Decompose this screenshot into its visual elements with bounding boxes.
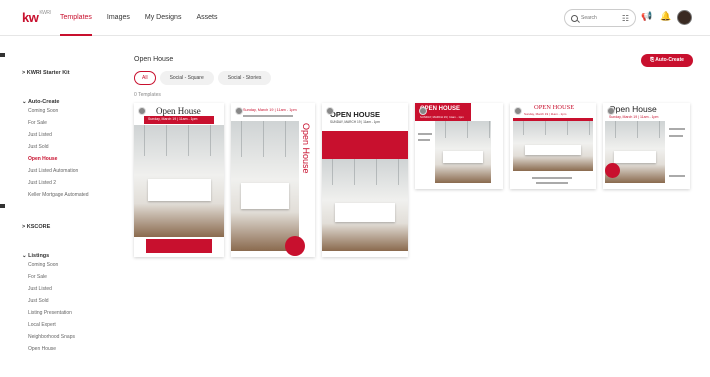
page-title: Open House	[134, 56, 174, 63]
top-nav-bar: kwKWRI Templates Images My Designs Asset…	[0, 0, 710, 36]
sidebar-item-neighborhood-snaps[interactable]: Neighborhood Snaps	[22, 331, 122, 343]
template-card[interactable]: Open House Sunday, March 19 | 11am - 1pm	[603, 103, 690, 189]
sidebar-item-keller-mortgage-automated[interactable]: Keller Mortgage Automated	[22, 189, 122, 201]
nav-assets[interactable]: Assets	[196, 0, 217, 36]
filter-chip-social-stories[interactable]: Social - Stories	[217, 71, 272, 85]
listing-photo	[231, 121, 299, 251]
edge-marker	[0, 204, 5, 208]
auto-create-button[interactable]: ⎘ Auto-Create	[641, 54, 693, 67]
sidebar-item-just-listed-2[interactable]: Just Listed 2	[22, 177, 122, 189]
template-headline: OPEN HOUSE	[330, 110, 381, 119]
filter-chips: All Social - Square Social - Stories	[134, 71, 275, 85]
template-subline: Sunday, March 19 | 11am - 1pm	[148, 117, 198, 121]
template-subline: SUNDAY, MARCH 19 | 11am - 1pm	[420, 115, 464, 119]
bell-icon[interactable]: 🔔	[660, 11, 671, 22]
template-subline: Sunday, March 19 | 11am - 1pm	[609, 115, 659, 119]
listing-photo	[513, 121, 593, 171]
select-checkbox[interactable]	[235, 107, 243, 115]
filter-chip-all[interactable]: All	[134, 71, 156, 85]
template-count: 0 Templates	[134, 92, 161, 98]
nav-templates[interactable]: Templates	[60, 0, 92, 36]
template-card[interactable]: OPEN HOUSE SUNDAY, MARCH 19 | 11am - 1pm	[415, 103, 503, 189]
listing-photo	[322, 159, 408, 251]
template-subline: Sunday, March 19 | 11am - 1pm	[243, 108, 297, 112]
template-headline: Open House	[156, 106, 201, 116]
main-nav: Templates Images My Designs Assets	[60, 0, 232, 36]
sidebar-item-for-sale[interactable]: For Sale	[22, 117, 122, 129]
listing-photo	[134, 125, 224, 237]
sidebar-item-coming-soon[interactable]: Coming Soon	[22, 105, 122, 117]
select-checkbox[interactable]	[419, 107, 427, 115]
nav-my-designs[interactable]: My Designs	[145, 0, 182, 36]
filter-chip-social-square[interactable]: Social - Square	[159, 71, 214, 85]
template-footer-bar	[146, 239, 212, 253]
sidebar-item-coming-soon[interactable]: Coming Soon	[22, 259, 122, 271]
search-icon	[571, 14, 578, 22]
sidebar-item-just-sold[interactable]: Just Sold	[22, 141, 122, 153]
sidebar-item-listing-presentation[interactable]: Listing Presentation	[22, 307, 122, 319]
fine-print	[669, 128, 685, 130]
sidebar-item-just-listed[interactable]: Just Listed	[22, 283, 122, 295]
fine-print	[669, 135, 683, 137]
sidebar-item-local-expert[interactable]: Local Expert	[22, 319, 122, 331]
template-headline: OPEN HOUSE	[534, 104, 575, 111]
fine-print	[536, 182, 568, 184]
filter-icon[interactable]: ☷	[622, 14, 629, 23]
fine-print	[418, 133, 432, 135]
template-card[interactable]: OPEN HOUSE Sunday, March 19 | 11am - 1pm	[510, 103, 596, 189]
select-checkbox[interactable]	[514, 107, 522, 115]
template-headline: Open House	[609, 104, 657, 114]
template-badge	[605, 163, 620, 178]
sidebar-item-open-house[interactable]: Open House	[22, 153, 122, 165]
fine-print	[243, 115, 293, 117]
avatar[interactable]	[677, 10, 692, 25]
template-headline: Open House	[301, 123, 311, 174]
template-subline: Sunday, March 19 | 11am - 1pm	[524, 112, 567, 116]
template-banner	[322, 131, 408, 159]
sidebar-item-just-listed-automation[interactable]: Just Listed Automation	[22, 165, 122, 177]
select-checkbox[interactable]	[607, 107, 615, 115]
fine-print	[532, 177, 572, 179]
select-checkbox[interactable]	[326, 107, 334, 115]
nav-images[interactable]: Images	[107, 0, 130, 36]
template-subline: SUNDAY, MARCH 19 | 11am - 1pm	[330, 120, 380, 124]
template-card[interactable]: Sunday, March 19 | 11am - 1pm Open House	[231, 103, 315, 257]
template-card[interactable]: OPEN HOUSE SUNDAY, MARCH 19 | 11am - 1pm	[322, 103, 408, 257]
sidebar-item-just-listed[interactable]: Just Listed	[22, 129, 122, 141]
search-box[interactable]: ☷	[564, 9, 636, 27]
sidebar-item-for-sale[interactable]: For Sale	[22, 271, 122, 283]
search-input[interactable]	[581, 15, 611, 21]
fine-print	[418, 139, 430, 141]
sidebar: > KWRI Starter Kit ⌄ Auto-Create Coming …	[22, 60, 122, 355]
template-card[interactable]: Open House Sunday, March 19 | 11am - 1pm	[134, 103, 224, 257]
megaphone-icon[interactable]: 📢	[641, 11, 652, 22]
kw-logo[interactable]: kwKWRI	[22, 10, 51, 25]
sidebar-item-open-house[interactable]: Open House	[22, 343, 122, 355]
sidebar-item-just-sold[interactable]: Just Sold	[22, 295, 122, 307]
listing-photo	[435, 121, 491, 183]
fine-print	[669, 175, 685, 177]
edge-marker	[0, 53, 5, 57]
template-badge	[285, 236, 305, 256]
select-checkbox[interactable]	[138, 107, 146, 115]
